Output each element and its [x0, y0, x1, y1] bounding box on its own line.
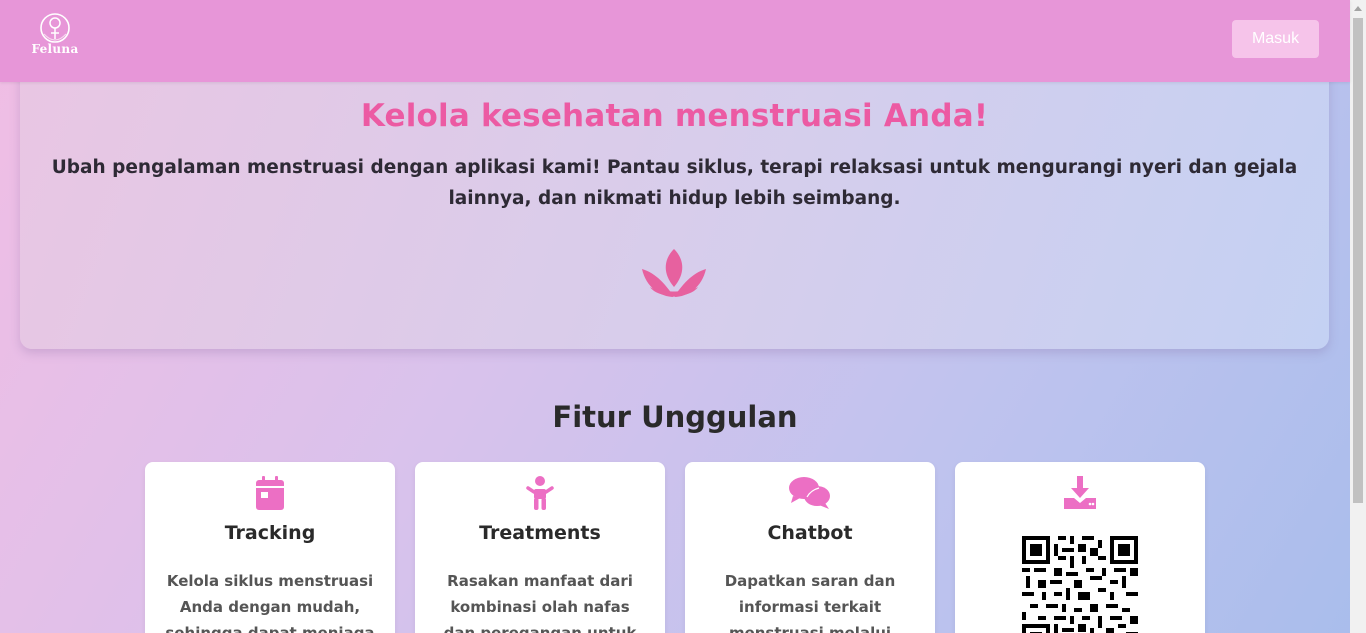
calendar-icon: [256, 476, 284, 510]
feature-card-chatbot[interactable]: Chatbot Dapatkan saran dan informasi ter…: [685, 462, 935, 633]
logo-text: Feluna: [31, 42, 79, 56]
login-button[interactable]: Masuk: [1232, 20, 1319, 58]
feature-card-download[interactable]: [955, 462, 1205, 633]
hero-subtitle: Ubah pengalaman menstruasi dengan aplika…: [51, 157, 1298, 209]
feature-card-treatments[interactable]: Treatments Rasakan manfaat dari kombinas…: [415, 462, 665, 633]
child-icon: [526, 476, 554, 510]
comments-icon: [789, 477, 830, 509]
qr-code[interactable]: [1022, 536, 1138, 633]
scroll-up-arrow-icon[interactable]: [1350, 0, 1366, 16]
card-description: Rasakan manfaat dari kombinasi olah nafa…: [443, 572, 637, 633]
hero-section: Kelola kesehatan menstruasi Anda! Ubah p…: [20, 62, 1329, 349]
lotus-icon: [642, 249, 706, 297]
scrollbar-thumb[interactable]: [1353, 18, 1363, 503]
card-title: Chatbot: [767, 522, 853, 544]
features-title: Fitur Unggulan: [552, 400, 798, 434]
card-title: Tracking: [224, 522, 316, 544]
download-icon: [1064, 476, 1096, 509]
card-title: Treatments: [479, 522, 601, 544]
logo-emblem-icon: [40, 13, 70, 43]
navbar: Feluna Masuk: [0, 0, 1350, 82]
feluna-logo[interactable]: Feluna: [30, 12, 80, 60]
feature-card-tracking[interactable]: Tracking Kelola siklus menstruasi Anda d…: [145, 462, 395, 633]
vertical-scrollbar[interactable]: [1350, 0, 1366, 633]
card-description: Kelola siklus menstruasi Anda dengan mud…: [165, 572, 375, 633]
hero-title: Kelola kesehatan menstruasi Anda!: [360, 98, 989, 134]
card-description: Dapatkan saran dan informasi terkait men…: [724, 572, 896, 633]
